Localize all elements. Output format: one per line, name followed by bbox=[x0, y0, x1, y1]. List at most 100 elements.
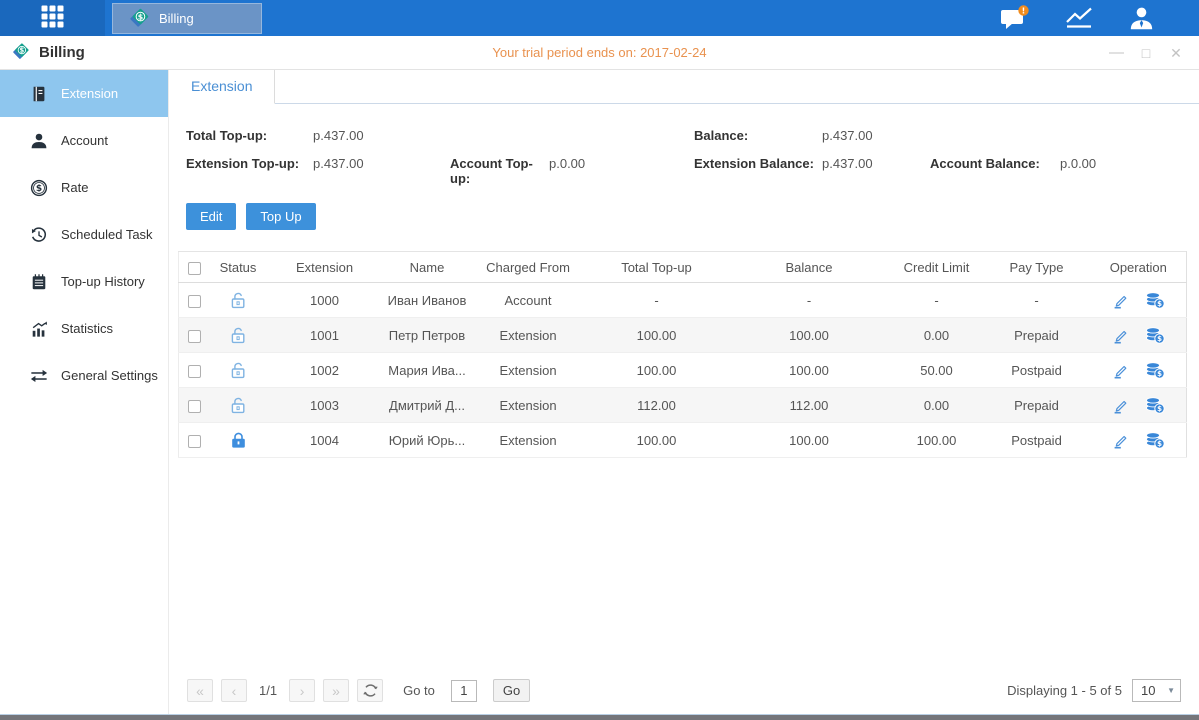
sidebar-item-scheduled-task[interactable]: Scheduled Task bbox=[0, 211, 168, 258]
column-header-status: Status bbox=[211, 252, 266, 283]
lock-open-icon[interactable] bbox=[230, 396, 247, 415]
cell-pay-type: - bbox=[983, 283, 1091, 318]
row-checkbox[interactable] bbox=[188, 295, 201, 308]
cell-charged-from: Extension bbox=[471, 423, 586, 458]
last-page-button[interactable]: » bbox=[323, 679, 349, 702]
tab-extension-label: Extension bbox=[191, 78, 252, 94]
extension-icon bbox=[30, 85, 48, 103]
topup-coins-icon[interactable]: $ bbox=[1145, 397, 1165, 414]
account-balance-value: p.0.00 bbox=[1060, 156, 1096, 171]
prev-page-button[interactable]: ‹ bbox=[221, 679, 247, 702]
lock-closed-icon[interactable] bbox=[230, 431, 247, 450]
table-header-row: StatusExtensionNameCharged FromTotal Top… bbox=[179, 252, 1187, 283]
summary-panel: Total Top-up: p.437.00 Extension Top-up:… bbox=[186, 128, 1186, 186]
sidebar-item-label: Extension bbox=[61, 86, 118, 101]
messages-icon[interactable]: ! bbox=[999, 5, 1030, 32]
cell-name: Дмитрий Д... bbox=[384, 388, 471, 423]
sidebar-item-statistics[interactable]: Statistics bbox=[0, 305, 168, 352]
cell-total-topup: 100.00 bbox=[586, 318, 728, 353]
sidebar-item-top-up-history[interactable]: Top-up History bbox=[0, 258, 168, 305]
column-header-pay-type: Pay Type bbox=[983, 252, 1091, 283]
maximize-icon[interactable]: □ bbox=[1139, 46, 1153, 60]
sidebar-item-general-settings[interactable]: General Settings bbox=[0, 352, 168, 399]
resource-monitor-icon[interactable] bbox=[1064, 5, 1094, 31]
svg-text:$: $ bbox=[1157, 370, 1162, 378]
edit-pencil-icon[interactable] bbox=[1112, 397, 1129, 414]
topup-coins-icon[interactable]: $ bbox=[1145, 432, 1165, 449]
close-icon[interactable]: ✕ bbox=[1169, 46, 1183, 60]
user-icon[interactable] bbox=[1128, 5, 1155, 32]
cell-extension: 1004 bbox=[266, 423, 384, 458]
sidebar-item-label: Scheduled Task bbox=[61, 227, 153, 242]
edit-button[interactable]: Edit bbox=[186, 203, 236, 230]
row-checkbox[interactable] bbox=[188, 365, 201, 378]
tab-extension[interactable]: Extension bbox=[169, 70, 275, 104]
lock-open-icon[interactable] bbox=[230, 291, 247, 310]
row-checkbox[interactable] bbox=[188, 330, 201, 343]
taskbar-tab-billing[interactable]: $ Billing bbox=[112, 3, 262, 34]
cell-credit-limit: 0.00 bbox=[891, 318, 983, 353]
sidebar-item-extension[interactable]: Extension bbox=[0, 70, 168, 117]
sidebar-item-label: Account bbox=[61, 133, 108, 148]
statistics-icon bbox=[30, 320, 48, 338]
cell-balance: 112.00 bbox=[728, 388, 891, 423]
sidebar-item-account[interactable]: Account bbox=[0, 117, 168, 164]
refresh-button[interactable] bbox=[357, 679, 383, 702]
column-header-total-top-up: Total Top-up bbox=[586, 252, 728, 283]
first-page-button[interactable]: « bbox=[187, 679, 213, 702]
edit-pencil-icon[interactable] bbox=[1112, 362, 1129, 379]
account-balance-label: Account Balance: bbox=[930, 156, 1060, 171]
billing-diamond-icon: $ bbox=[129, 6, 151, 31]
svg-text:$: $ bbox=[1157, 300, 1162, 308]
topup-coins-icon[interactable]: $ bbox=[1145, 362, 1165, 379]
account-topup-value: p.0.00 bbox=[549, 156, 585, 171]
cell-extension: 1003 bbox=[266, 388, 384, 423]
general-settings-icon bbox=[30, 367, 48, 385]
lock-open-icon[interactable] bbox=[230, 361, 247, 380]
extension-topup-label: Extension Top-up: bbox=[186, 156, 313, 171]
extension-balance-label: Extension Balance: bbox=[694, 156, 822, 171]
extensions-table: StatusExtensionNameCharged FromTotal Top… bbox=[178, 251, 1187, 458]
table-row: 1002 Мария Ива... Extension 100.00 100.0… bbox=[179, 353, 1187, 388]
balance-label: Balance: bbox=[694, 128, 822, 143]
table-row: 1004 Юрий Юрь... Extension 100.00 100.00… bbox=[179, 423, 1187, 458]
displaying-count: Displaying 1 - 5 of 5 bbox=[1007, 683, 1122, 698]
go-button[interactable]: Go bbox=[493, 679, 530, 702]
cell-total-topup: 112.00 bbox=[586, 388, 728, 423]
sidebar-item-label: General Settings bbox=[61, 368, 158, 383]
balance-value: p.437.00 bbox=[822, 128, 873, 143]
row-checkbox[interactable] bbox=[188, 400, 201, 413]
sidebar-item-label: Top-up History bbox=[61, 274, 145, 289]
cell-name: Юрий Юрь... bbox=[384, 423, 471, 458]
top-app-bar: $ Billing ! bbox=[0, 0, 1199, 36]
account-topup-label: Account Top-up: bbox=[450, 156, 549, 186]
cell-name: Иван Иванов bbox=[384, 283, 471, 318]
cell-charged-from: Extension bbox=[471, 318, 586, 353]
goto-label: Go to bbox=[403, 683, 435, 698]
goto-page-input[interactable] bbox=[451, 680, 477, 702]
svg-text:$: $ bbox=[1157, 440, 1162, 448]
cell-credit-limit: 0.00 bbox=[891, 388, 983, 423]
row-checkbox[interactable] bbox=[188, 435, 201, 448]
desktop-edge bbox=[0, 714, 1199, 720]
next-page-button[interactable]: › bbox=[289, 679, 315, 702]
cell-balance: 100.00 bbox=[728, 353, 891, 388]
topup-coins-icon[interactable]: $ bbox=[1145, 327, 1165, 344]
select-all-checkbox[interactable] bbox=[188, 262, 201, 275]
app-grid-button[interactable] bbox=[0, 0, 105, 36]
minimize-icon[interactable]: — bbox=[1109, 45, 1123, 60]
chevron-down-icon: ▼ bbox=[1167, 686, 1175, 695]
billing-diamond-icon: $ bbox=[12, 41, 31, 64]
topup-button[interactable]: Top Up bbox=[246, 203, 315, 230]
page-size-select[interactable]: 10 ▼ bbox=[1132, 679, 1181, 702]
edit-pencil-icon[interactable] bbox=[1112, 327, 1129, 344]
trial-notice: Your trial period ends on: 2017-02-24 bbox=[0, 45, 1199, 60]
column-header-extension: Extension bbox=[266, 252, 384, 283]
edit-pencil-icon[interactable] bbox=[1112, 432, 1129, 449]
topup-coins-icon[interactable]: $ bbox=[1145, 292, 1165, 309]
table-row: 1001 Петр Петров Extension 100.00 100.00… bbox=[179, 318, 1187, 353]
lock-open-icon[interactable] bbox=[230, 326, 247, 345]
page-indicator: 1/1 bbox=[259, 683, 277, 698]
edit-pencil-icon[interactable] bbox=[1112, 292, 1129, 309]
sidebar-item-rate[interactable]: $ Rate bbox=[0, 164, 168, 211]
